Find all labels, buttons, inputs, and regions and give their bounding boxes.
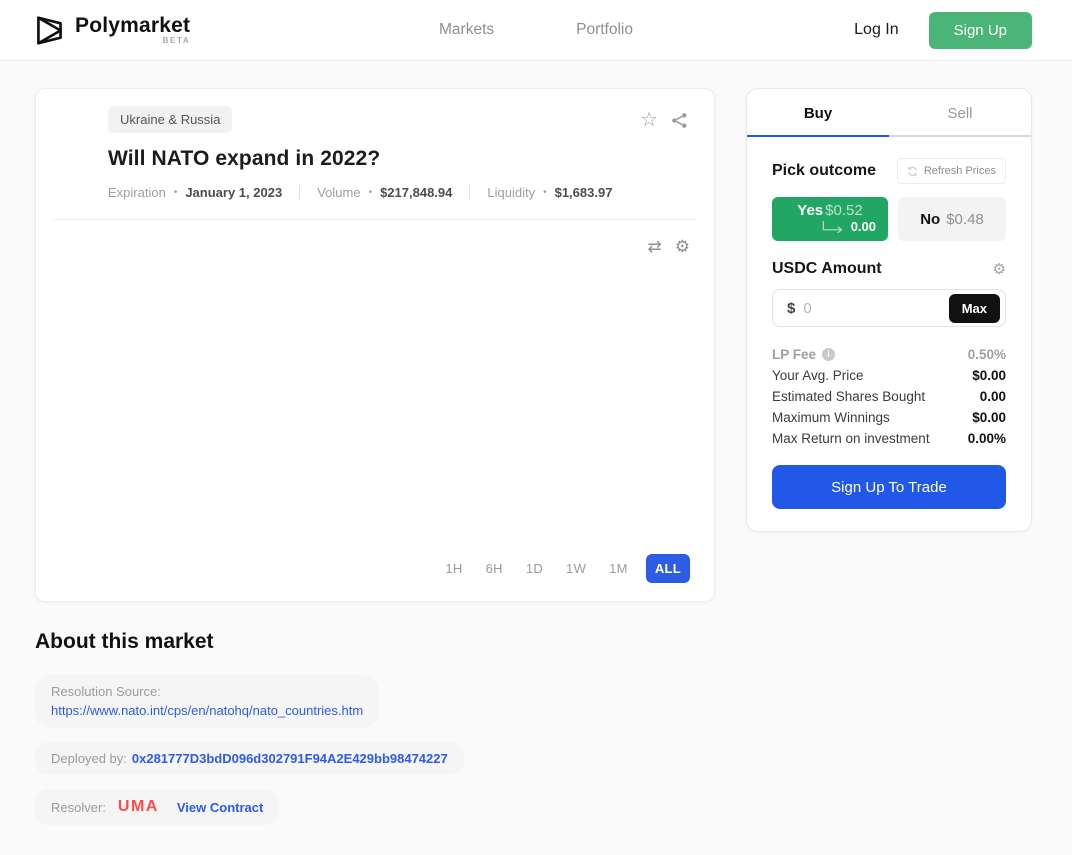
refresh-icon xyxy=(907,166,918,177)
polymarket-logo-icon xyxy=(36,15,63,46)
favorite-star-icon[interactable]: ☆ xyxy=(640,110,658,130)
market-meta: Expiration • January 1, 2023 Volume • $2… xyxy=(108,185,688,200)
summary-row-max-winnings: Maximum Winnings $0.00 xyxy=(772,407,1006,428)
logo-wordmark: Polymarket xyxy=(75,15,190,37)
deployed-by-pill: Deployed by: 0x281777D3bdD096d302791F94A… xyxy=(35,742,464,775)
buy-sell-tabs: Buy Sell xyxy=(747,89,1031,137)
separator-dot: • xyxy=(174,187,178,198)
chart-area: ⇄ ⚙ xyxy=(36,220,714,554)
time-range-1h[interactable]: 1H xyxy=(440,554,467,583)
resolution-source-link[interactable]: https://www.nato.int/cps/en/natohq/nato_… xyxy=(51,703,363,718)
summary-row-avg-price: Your Avg. Price $0.00 xyxy=(772,365,1006,386)
refresh-prices-button[interactable]: Refresh Prices xyxy=(897,158,1006,184)
pick-outcome-heading: Pick outcome xyxy=(772,162,876,180)
logo-beta-label: BETA xyxy=(75,36,190,45)
resolver-pill: Resolver: UMA View Contract xyxy=(35,789,279,825)
max-button[interactable]: Max xyxy=(949,294,1000,323)
time-range-1m[interactable]: 1M xyxy=(604,554,633,583)
chart-settings-gear-icon[interactable]: ⚙ xyxy=(675,238,690,255)
main-nav: Markets Portfolio xyxy=(439,21,633,39)
outcome-no-button[interactable]: No $0.48 xyxy=(898,197,1006,241)
summary-row-max-return: Max Return on investment 0.00% xyxy=(772,428,1006,449)
nav-portfolio[interactable]: Portfolio xyxy=(576,21,633,39)
page-content: Ukraine & Russia ☆ Will NATO expand in 2… xyxy=(0,61,1072,602)
usdc-amount-input[interactable] xyxy=(795,300,948,317)
separator-dot: • xyxy=(543,187,547,198)
trade-summary: LP Fee i 0.50% Your Avg. Price $0.00 Est… xyxy=(772,344,1006,449)
time-range-1w[interactable]: 1W xyxy=(561,554,591,583)
tab-sell[interactable]: Sell xyxy=(889,89,1031,137)
deployed-by-label: Deployed by: xyxy=(51,751,127,766)
about-title: About this market xyxy=(35,630,1032,654)
summary-row-lp-fee: LP Fee i 0.50% xyxy=(772,344,1006,365)
category-tag[interactable]: Ukraine & Russia xyxy=(108,106,232,133)
market-card: Ukraine & Russia ☆ Will NATO expand in 2… xyxy=(35,88,715,602)
uma-logo: UMA xyxy=(118,798,159,816)
resolution-source-pill: Resolution Source: https://www.nato.int/… xyxy=(35,675,379,728)
usdc-amount-heading: USDC Amount xyxy=(772,260,882,278)
outcome-buttons: Yes$0.52 0.00 No $0.48 xyxy=(772,197,1006,241)
sign-up-to-trade-button[interactable]: Sign Up To Trade xyxy=(772,465,1006,509)
resolver-label: Resolver: xyxy=(51,800,106,815)
market-card-header: Ukraine & Russia ☆ Will NATO expand in 2… xyxy=(36,89,714,219)
deployer-address-link[interactable]: 0x281777D3bdD096d302791F94A2E429bb984742… xyxy=(132,751,448,766)
nav-markets[interactable]: Markets xyxy=(439,21,494,39)
summary-row-estimated-shares: Estimated Shares Bought 0.00 xyxy=(772,386,1006,407)
meta-expiration: Expiration • January 1, 2023 xyxy=(108,185,299,200)
dollar-prefix: $ xyxy=(787,300,795,317)
market-title: Will NATO expand in 2022? xyxy=(108,147,688,171)
amount-settings-gear-icon[interactable]: ⚙ xyxy=(993,262,1006,277)
separator-dot: • xyxy=(369,187,373,198)
meta-liquidity: Liquidity • $1,683.97 xyxy=(469,185,629,200)
time-range-selector: 1H 6H 1D 1W 1M ALL xyxy=(36,554,714,601)
meta-volume: Volume • $217,848.94 xyxy=(299,185,469,200)
share-icon[interactable] xyxy=(671,112,688,129)
sign-up-button[interactable]: Sign Up xyxy=(929,12,1032,49)
amount-input-box: $ Max xyxy=(772,289,1006,327)
shares-elbow-arrow-icon xyxy=(822,221,844,233)
time-range-all[interactable]: ALL xyxy=(646,554,690,583)
polymarket-logo[interactable]: Polymarket BETA xyxy=(36,15,190,46)
log-in-link[interactable]: Log In xyxy=(854,21,898,39)
view-contract-link[interactable]: View Contract xyxy=(177,800,263,815)
resolution-source-label: Resolution Source: xyxy=(51,684,363,699)
header-actions: Log In Sign Up xyxy=(854,12,1032,49)
top-header: Polymarket BETA Markets Portfolio Log In… xyxy=(0,0,1072,61)
info-icon[interactable]: i xyxy=(822,348,835,361)
outcome-yes-button[interactable]: Yes$0.52 0.00 xyxy=(772,197,888,241)
time-range-1d[interactable]: 1D xyxy=(521,554,548,583)
time-range-6h[interactable]: 6H xyxy=(481,554,508,583)
tab-buy[interactable]: Buy xyxy=(747,89,889,137)
about-section: About this market Resolution Source: htt… xyxy=(0,602,1072,855)
trade-panel: Buy Sell Pick outcome Refresh Prices xyxy=(746,88,1032,532)
toggle-chart-view-icon[interactable]: ⇄ xyxy=(648,238,662,255)
